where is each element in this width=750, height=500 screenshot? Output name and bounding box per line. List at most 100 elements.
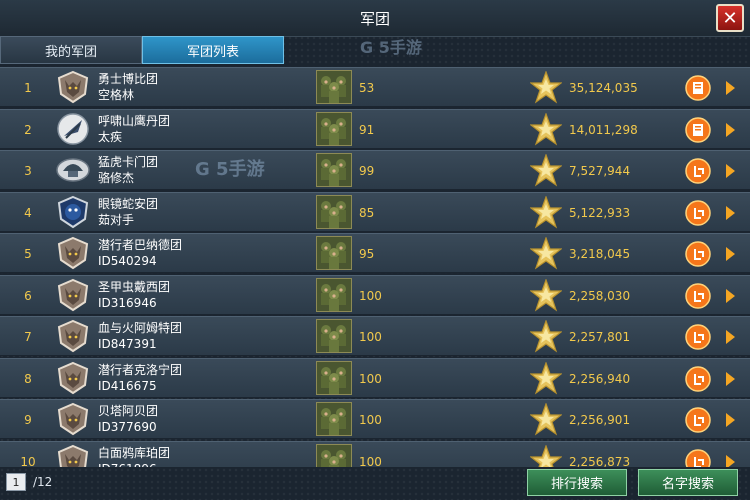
title-bar: 军团 ✕: [0, 0, 750, 37]
row-rank: 9: [24, 413, 32, 427]
request-icon[interactable]: [685, 365, 711, 392]
member-count: 99: [359, 164, 375, 178]
member-count: 100: [359, 330, 382, 344]
window-title: 军团: [359, 9, 390, 28]
member-count: 95: [359, 247, 375, 261]
legion-leader: ID540294: [98, 254, 157, 268]
legion-names: 血与火阿姆特团 ID847391: [98, 320, 182, 352]
close-icon: ✕: [722, 7, 738, 29]
legion-row[interactable]: 7 血与火阿姆特团 ID847391 100 2,257,801: [0, 316, 750, 356]
legion-score: 2,256,873: [569, 454, 631, 468]
legion-names: 眼镜蛇安团 茹对手: [98, 196, 158, 228]
soldiers-icon: [316, 236, 352, 270]
legion-leader: ID377690: [98, 420, 157, 434]
legion-row[interactable]: 1 勇士博比团 空格林 53 35,124,035: [0, 67, 750, 107]
legion-name: 眼镜蛇安团: [98, 196, 159, 211]
row-rank: 2: [24, 122, 32, 137]
legion-names: 白面鸦库珀团ID761896: [98, 445, 170, 468]
close-button[interactable]: ✕: [716, 4, 744, 32]
request-icon[interactable]: [685, 448, 711, 467]
member-count: 85: [359, 205, 375, 220]
helmet-emblem-icon: [56, 153, 90, 187]
legion-leader: ID847391: [98, 337, 157, 351]
request-icon[interactable]: [685, 324, 711, 350]
legion-row[interactable]: 10 白面鸦库珀团ID761896 100 2,256,873: [0, 440, 750, 468]
arrow-right-icon[interactable]: [726, 371, 735, 386]
wolf-emblem-icon: [56, 236, 90, 270]
legion-name: 圣甲虫戴西团: [98, 279, 171, 294]
member-count: 100: [359, 454, 382, 468]
arrow-right-icon[interactable]: [726, 164, 735, 178]
star-rank-icon: [529, 319, 563, 354]
star-rank-icon: [529, 70, 563, 105]
apply-icon[interactable]: [685, 75, 711, 101]
member-count: 100: [359, 371, 382, 386]
request-icon[interactable]: [685, 241, 711, 267]
star-rank-icon: [529, 153, 563, 188]
request-icon[interactable]: [685, 199, 711, 226]
legion-row[interactable]: 8 潜行者克洛宁团 ID416675 100 2,256,940: [0, 357, 750, 398]
legion-score: 5,122,933: [569, 205, 631, 220]
arrow-right-icon[interactable]: [726, 81, 735, 95]
legion-names: 呼啸山鹰丹团 太疾: [98, 113, 170, 145]
legion-score: 2,257,801: [569, 330, 631, 344]
star-rank-icon: [529, 111, 563, 147]
request-icon[interactable]: [685, 407, 711, 433]
page-input[interactable]: 1: [6, 473, 26, 491]
rank-search-button[interactable]: 排行搜索: [527, 469, 627, 496]
legion-name: 白面鸦库珀团: [98, 445, 171, 460]
arrow-right-icon[interactable]: [726, 122, 735, 137]
eagle-emblem-icon: [56, 112, 90, 146]
page-total: /12: [33, 475, 53, 489]
star-rank-icon: [529, 277, 563, 313]
soldiers-icon: [316, 319, 352, 353]
row-rank: 10: [20, 454, 36, 468]
row-rank: 3: [24, 164, 32, 178]
legion-names: 潜行者巴纳德团 ID540294: [98, 237, 182, 269]
legion-leader: 骆修杰: [98, 171, 135, 185]
row-rank: 5: [24, 247, 32, 261]
tab-my-legion[interactable]: 我的军团: [0, 36, 142, 64]
legion-list[interactable]: 1 勇士博比团 空格林 53 35,124,035 2 呼啸山鹰丹团 太疾 91 14,011,2…: [0, 67, 750, 467]
arrow-right-icon[interactable]: [726, 454, 735, 467]
panther-emblem-icon: [56, 195, 90, 229]
legion-score: 3,218,045: [569, 247, 631, 261]
legion-row[interactable]: 5 潜行者巴纳德团 ID540294 95 3,218,045: [0, 233, 750, 273]
star-rank-icon: [529, 360, 563, 396]
tab-bar: 我的军团 军团列表: [0, 36, 284, 64]
request-icon[interactable]: [685, 282, 711, 309]
legion-name: 血与火阿姆特团: [98, 321, 183, 335]
legion-names: 勇士博比团 空格林: [98, 71, 158, 103]
legion-row[interactable]: 9 贝塔阿贝团 ID377690 100 2,256,901: [0, 399, 750, 439]
legion-names: 猛虎卡门团 骆修杰: [98, 154, 158, 186]
request-icon[interactable]: [685, 158, 711, 184]
legion-row[interactable]: 4 眼镜蛇安团 茹对手 85 5,122,933: [0, 191, 750, 232]
legion-name: 潜行者克洛宁团: [98, 362, 183, 377]
legion-leader: 空格林: [98, 88, 135, 102]
legion-leader: 茹对手: [98, 212, 135, 227]
legion-row[interactable]: 2 呼啸山鹰丹团 太疾 91 14,011,298: [0, 108, 750, 149]
legion-row[interactable]: 6 圣甲虫戴西团 ID316946 100 2,258,030: [0, 274, 750, 315]
arrow-right-icon[interactable]: [726, 205, 735, 220]
legion-name: 贝塔阿贝团: [98, 404, 159, 418]
watermark-logo: G 5手游: [360, 38, 422, 57]
legion-leader: ID416675: [98, 378, 157, 393]
legion-leader: ID316946: [98, 295, 157, 310]
legion-row[interactable]: 3 猛虎卡门团 骆修杰 99 7,527,944: [0, 150, 750, 190]
legion-score: 35,124,035: [569, 81, 638, 95]
apply-icon[interactable]: [685, 116, 711, 143]
legion-score: 2,256,940: [569, 371, 631, 386]
arrow-right-icon[interactable]: [726, 413, 735, 427]
arrow-right-icon[interactable]: [726, 247, 735, 261]
star-rank-icon: [529, 236, 563, 271]
row-rank: 7: [24, 330, 32, 344]
soldiers-icon: [316, 70, 352, 104]
legion-score: 2,258,030: [569, 288, 631, 303]
name-search-button[interactable]: 名字搜索: [638, 469, 738, 496]
legion-names: 潜行者克洛宁团 ID416675: [98, 362, 182, 394]
wolf-emblem-icon: [56, 444, 90, 467]
soldiers-icon: [316, 111, 352, 146]
tab-legion-list[interactable]: 军团列表: [142, 36, 284, 64]
arrow-right-icon[interactable]: [726, 288, 735, 303]
arrow-right-icon[interactable]: [726, 330, 735, 344]
